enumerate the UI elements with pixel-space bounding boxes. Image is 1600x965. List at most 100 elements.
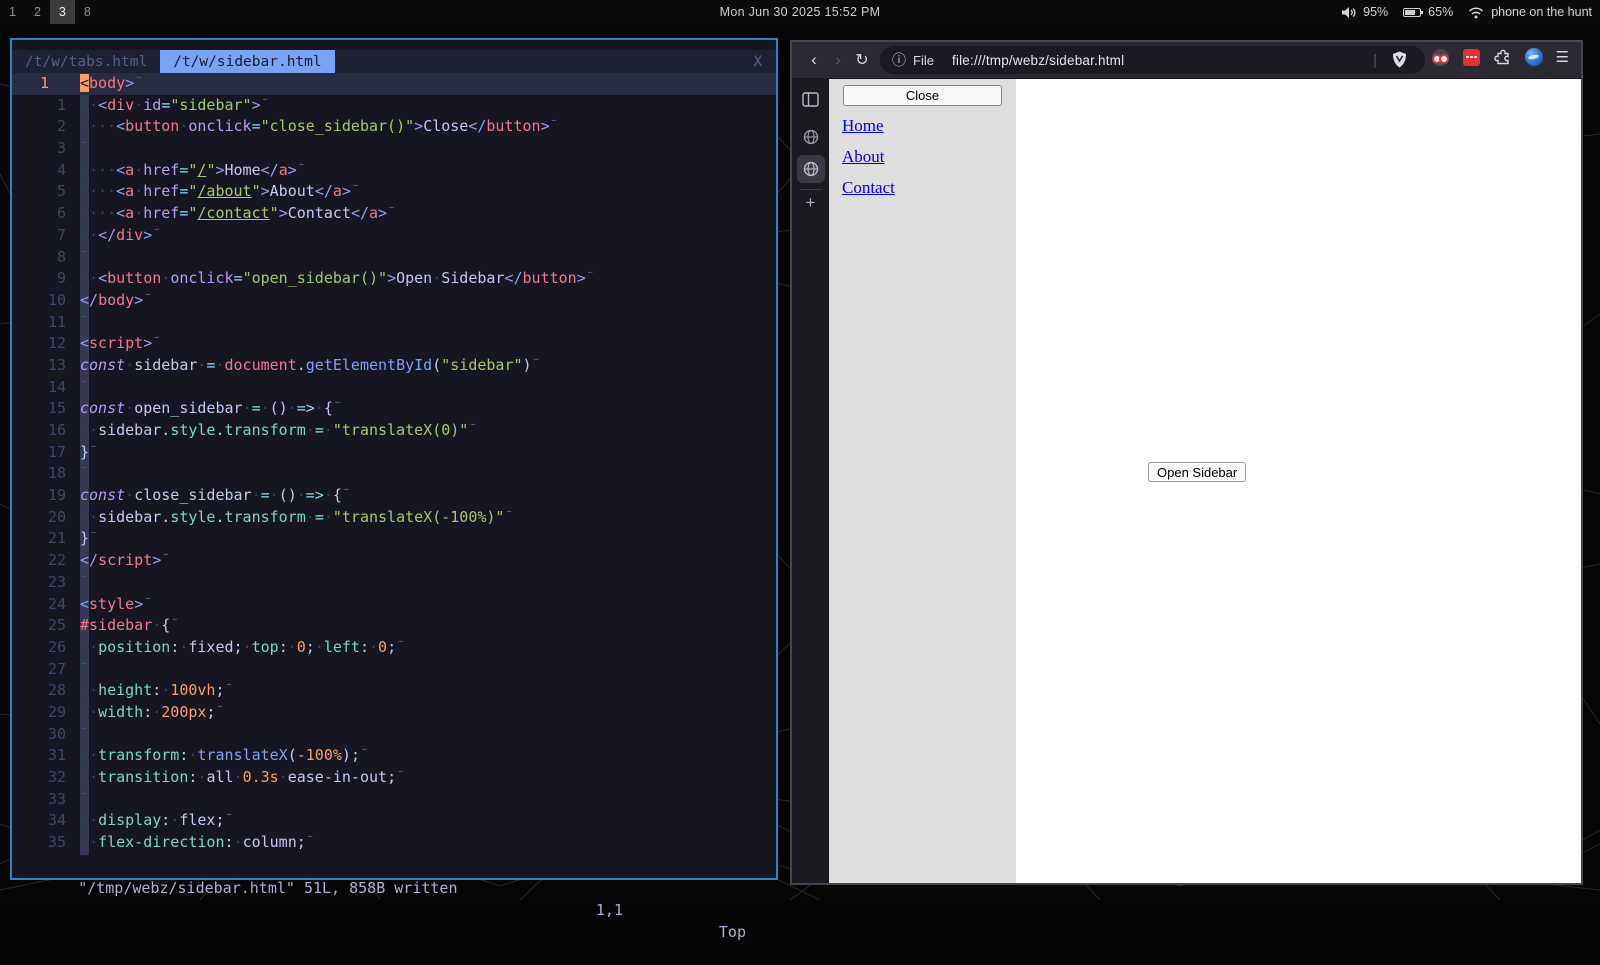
code-line[interactable]: 33 ¯ [12, 789, 776, 811]
red-dots-extension-icon[interactable] [1463, 48, 1481, 66]
code-line[interactable]: 15 const·open_sidebar·=·()·=>·{¯ [12, 398, 776, 420]
reload-button[interactable]: ↻ [850, 47, 874, 73]
workspace-button-1[interactable]: 1 [0, 0, 25, 24]
line-number: 20 [47, 507, 66, 526]
code-line[interactable]: 31 ··transform:·translateX(-100%);¯ [12, 745, 776, 767]
vim-tab-close-button[interactable]: X [754, 50, 762, 73]
line-number: 2 [56, 117, 66, 136]
code-line[interactable]: 32 ··transition:·all·0.3s·ease-in-out;¯ [12, 767, 776, 789]
code-text: ··transition:·all·0.3s·ease-in-out;¯ [80, 768, 406, 786]
code-line[interactable]: 5 ····<a·href="/about">About</a>¯ [12, 181, 776, 203]
workspace-button-2[interactable]: 2 [25, 0, 50, 24]
code-line[interactable]: 6 ····<a·href="/contact">Contact</a>¯ [12, 203, 776, 225]
code-text: ¯ [80, 139, 90, 158]
vim-tabline: /t/w/tabs.html/t/w/sidebar.html X [12, 50, 776, 73]
url-scheme-chip: File [913, 52, 934, 68]
forward-button[interactable]: › [826, 47, 850, 73]
code-line[interactable]: 14 ¯ [12, 377, 776, 399]
line-number: 23 [47, 572, 66, 591]
code-line[interactable]: 26 ··position:·fixed;·top:·0;·left:·0;¯ [12, 637, 776, 659]
code-line[interactable]: 7 ··</div>¯ [12, 225, 776, 247]
code-line[interactable]: 27 ¯ [12, 659, 776, 681]
sidebar-link-home[interactable]: Home [842, 116, 884, 136]
goggles-extension-icon[interactable] [1432, 48, 1450, 66]
code-line[interactable]: 9 ··<button·onclick="open_sidebar()">Open… [12, 268, 776, 290]
sidebar-link-about[interactable]: About [842, 147, 885, 167]
url-bar[interactable]: ⓘ File file:///tmp/webz/sidebar.html | [880, 46, 1425, 74]
sidebar-link-contact[interactable]: Contact [842, 178, 895, 198]
code-line[interactable]: 1 <body>¯ [12, 73, 776, 95]
vim-tabs: /t/w/tabs.html/t/w/sidebar.html [12, 50, 335, 73]
battery-icon [1403, 7, 1424, 17]
line-number: 34 [47, 811, 66, 830]
globe-sphere-extension-icon[interactable] [1524, 48, 1543, 66]
code-line[interactable]: 28 ··height:·100vh;¯ [12, 680, 776, 702]
open-sidebar-button[interactable]: Open Sidebar [1148, 462, 1247, 482]
line-number: 33 [47, 789, 66, 808]
vim-scroll-position: Top [718, 923, 746, 941]
code-line[interactable]: 8 ¯ [12, 247, 776, 269]
code-line[interactable]: 17}¯ [12, 442, 776, 464]
code-line[interactable]: 20 ··sidebar.style.transform·=·"translate… [12, 507, 776, 529]
code-line[interactable]: 21}¯ [12, 528, 776, 550]
system-status-bar: 1238 Mon Jun 30 2025 15:52 PM 95% 65% ph… [0, 0, 1600, 24]
code-text: ····<a·href="/">Home</a>¯ [80, 160, 306, 179]
menu-button[interactable]: ☰ [1556, 48, 1569, 66]
shield-icon[interactable] [1392, 51, 1407, 68]
line-number: 16 [47, 421, 66, 439]
code-line[interactable]: 18 ¯ [12, 463, 776, 485]
code-text: ··height:·100vh;¯ [80, 681, 234, 700]
code-line[interactable]: 11 ¯ [12, 312, 776, 334]
puzzle-extensions-icon[interactable] [1493, 48, 1512, 66]
code-text: <script>¯ [80, 334, 162, 353]
vim-tab[interactable]: /t/w/tabs.html [12, 50, 160, 73]
code-text: }¯ [80, 529, 99, 548]
browser-toolbar: ‹ › ↻ ⓘ File file:///tmp/webz/sidebar.ht… [792, 42, 1581, 79]
code-line[interactable]: 4 ····<a·href="/">Home</a>¯ [12, 160, 776, 182]
code-line[interactable]: 22 </script>¯ [12, 550, 776, 572]
back-button[interactable]: ‹ [802, 47, 826, 73]
code-line[interactable]: 12 <script>¯ [12, 333, 776, 355]
code-text: ··width:·200px;¯ [80, 702, 225, 721]
code-line[interactable]: 19 const·close_sidebar·=·()·=>·{¯ [12, 485, 776, 507]
page-info-icon[interactable]: ⓘ [892, 50, 906, 70]
sidebar-nav-links: Home About Contact [842, 116, 1016, 209]
wifi-icon [1469, 6, 1484, 18]
workspace-button-3[interactable]: 3 [49, 0, 75, 24]
new-tab-button[interactable]: + [806, 194, 816, 211]
urlbar-separator: | [1373, 51, 1377, 69]
code-line[interactable]: 34 ··display:·flex;¯ [12, 810, 776, 832]
code-text: <body>¯ [80, 74, 144, 92]
code-text: ··transform:·translateX(-100%);¯ [80, 746, 369, 765]
page-sidebar-panel: Close Home About Contact [829, 79, 1016, 883]
code-line[interactable]: 35 ··flex-direction:·column;¯ [12, 832, 776, 854]
code-line[interactable]: 2 ····<button·onclick="close_sidebar()">C… [12, 116, 776, 138]
code-line[interactable]: 13 const·sidebar·=·document.getElementByI… [12, 355, 776, 377]
code-line[interactable]: 10 </body>¯ [12, 290, 776, 312]
code-line[interactable]: 16 ··sidebar.style.transform·=·"translate… [12, 420, 776, 442]
code-line[interactable]: 3 ¯ [12, 138, 776, 160]
line-number: 12 [47, 334, 66, 353]
line-number: 22 [47, 551, 66, 570]
close-sidebar-button[interactable]: Close [843, 85, 1002, 106]
sidebar-toggle-icon[interactable] [797, 85, 825, 113]
code-line[interactable]: 30 ¯ [12, 724, 776, 746]
code-line[interactable]: 25 #sidebar·{¯ [12, 615, 776, 637]
workspace-button-8[interactable]: 8 [75, 0, 100, 24]
active-tab-globe-icon[interactable] [796, 155, 825, 183]
line-number: 17 [47, 442, 66, 461]
tab-globe-icon[interactable] [797, 123, 825, 151]
code-line[interactable]: 24 <style>¯ [12, 594, 776, 616]
vertical-tab-strip: + [792, 79, 829, 883]
code-line[interactable]: 1 ··<div·id="sidebar">¯ [12, 95, 776, 117]
code-line[interactable]: 23 ¯ [12, 572, 776, 594]
terminal-vim-window: /t/w/tabs.html/t/w/sidebar.html X 1 <body… [10, 38, 778, 941]
vim-tab[interactable]: /t/w/sidebar.html [160, 50, 335, 73]
code-line[interactable]: 29 ··width:·200px;¯ [12, 702, 776, 724]
vim-statusline: "/tmp/webz/sidebar.html" 51L, 858B writt… [12, 855, 776, 941]
url-text[interactable]: file:///tmp/webz/sidebar.html [952, 53, 1124, 68]
vim-code-area[interactable]: 1 <body>¯ 1 ··<div·id="sidebar">¯ 2 ····<butt… [12, 73, 776, 855]
code-text: ··position:·fixed;·top:·0;·left:·0;¯ [80, 637, 406, 656]
line-number: 27 [47, 659, 66, 678]
code-text: ··</div>¯ [80, 225, 162, 244]
